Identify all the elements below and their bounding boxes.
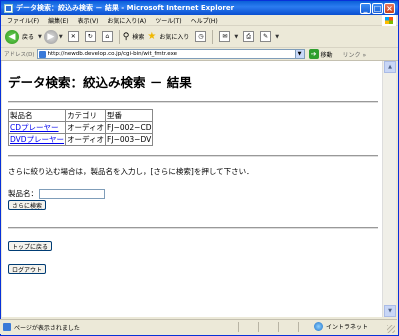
minimize-button[interactable]: _ — [360, 2, 371, 14]
scroll-up-icon[interactable]: ▲ — [384, 61, 396, 73]
ie-window-icon — [4, 3, 13, 13]
mail-dropdown-icon[interactable]: ▼ — [234, 34, 238, 40]
refresh-icon[interactable]: ↻ — [84, 31, 96, 42]
mail-icon[interactable]: ✉ — [219, 31, 231, 42]
table-row: DVDプレーヤー オーディオ FJ−003−DV — [7, 133, 154, 146]
address-bar: アドレス(D) http://newdb.develop.co.jp/cgi-b… — [1, 48, 398, 61]
back-label[interactable]: 戻る — [22, 32, 34, 41]
table-row: CDプレーヤー オーディオ FJ−002−CD — [7, 121, 154, 134]
address-dropdown-icon[interactable]: ▼ — [294, 50, 304, 58]
print-icon[interactable]: ⎙ — [243, 31, 255, 42]
search-icon[interactable]: ⚲ — [123, 32, 130, 42]
header-product-name: 製品名 — [7, 109, 67, 122]
intranet-globe-icon — [314, 322, 323, 331]
back-to-top-button[interactable]: トップに戻る — [8, 241, 53, 251]
status-bar: ページが表示されました イントラネット — [0, 319, 397, 334]
menu-edit[interactable]: 編集(E) — [48, 16, 68, 25]
model-cell: FJ−003−DV — [105, 133, 154, 146]
logout-button[interactable]: ログアウト — [8, 264, 47, 274]
security-zone: イントラネット — [314, 322, 368, 331]
menu-file[interactable]: ファイル(F) — [7, 16, 39, 25]
address-label: アドレス(D) — [4, 52, 35, 58]
refine-instruction: さらに絞り込む場合は，製品名を入力し，[さらに検索]を押して下さい． — [8, 167, 254, 176]
title-bar[interactable]: データ検索：絞込み検索 － 結果 - Microsoft Internet Ex… — [1, 1, 398, 15]
zone-label: イントラネット — [326, 324, 369, 331]
results-table: 製品名 カテゴリ 型番 CDプレーヤー オーディオ FJ−002−CD DVDプ… — [7, 109, 154, 146]
favorites-label[interactable]: お気に入り — [159, 32, 189, 41]
status-divider — [278, 322, 279, 332]
page-done-icon — [3, 323, 11, 331]
forward-arrow-icon[interactable]: ▶ — [43, 29, 58, 44]
maximize-button[interactable]: □ — [372, 2, 383, 14]
menu-tools[interactable]: ツール(T) — [155, 16, 181, 25]
menu-bar: ファイル(F) 編集(E) 表示(V) お気に入り(A) ツール(T) ヘルプ(… — [1, 15, 398, 26]
search-label[interactable]: 検索 — [132, 32, 144, 41]
divider — [8, 155, 378, 157]
vertical-scrollbar[interactable]: ▲ ▼ — [382, 61, 396, 317]
address-url[interactable]: http://newdb.develop.co.jp/cgi-bin/wit_f… — [48, 51, 178, 57]
stop-icon[interactable]: ✕ — [67, 31, 79, 42]
status-divider — [238, 322, 239, 332]
product-link[interactable]: DVDプレーヤー — [10, 135, 64, 144]
resize-grip[interactable] — [387, 325, 395, 333]
window-title: データ検索：絞込み検索 － 結果 - Microsoft Internet Ex… — [16, 4, 235, 12]
close-button[interactable]: × — [384, 2, 395, 14]
refine-search-button[interactable]: さらに検索 — [8, 200, 47, 210]
status-text: ページが表示されました — [14, 324, 80, 332]
divider — [8, 227, 378, 229]
windows-logo-icon — [382, 15, 396, 26]
page-title: データ検索：絞込み検索 － 結果 — [8, 75, 192, 90]
go-arrow-icon[interactable]: ➔ — [308, 49, 319, 59]
back-arrow-icon[interactable]: ◀ — [5, 29, 19, 44]
divider — [8, 101, 378, 103]
address-input[interactable]: http://newdb.develop.co.jp/cgi-bin/wit_f… — [36, 49, 305, 59]
table-header-row: 製品名 カテゴリ 型番 — [7, 109, 154, 122]
edit-icon[interactable]: ✎ — [260, 31, 272, 42]
scroll-down-icon[interactable]: ▼ — [384, 305, 396, 317]
category-cell: オーディオ — [65, 133, 107, 146]
product-link[interactable]: CDプレーヤー — [10, 123, 59, 132]
edit-dropdown-icon[interactable]: ▼ — [275, 34, 279, 40]
page-icon — [38, 50, 46, 58]
status-divider — [298, 322, 299, 332]
menu-favorites[interactable]: お気に入り(A) — [107, 16, 146, 25]
history-icon[interactable]: ◷ — [195, 31, 207, 42]
links-button[interactable]: リンク » — [343, 50, 367, 59]
menu-help[interactable]: ヘルプ(H) — [191, 16, 218, 25]
header-category: カテゴリ — [65, 109, 107, 122]
product-name-label: 製品名： — [8, 189, 38, 198]
toolbar-separator — [212, 29, 214, 44]
product-name-input[interactable] — [39, 188, 105, 199]
header-model-number: 型番 — [105, 109, 154, 122]
product-cell: CDプレーヤー — [7, 121, 67, 134]
product-name-row: 製品名： — [8, 188, 105, 199]
go-button[interactable]: 移動 — [321, 50, 333, 59]
category-cell: オーディオ — [65, 121, 107, 134]
status-divider — [258, 322, 259, 332]
forward-dropdown-icon[interactable]: ▼ — [59, 34, 63, 40]
product-cell: DVDプレーヤー — [7, 133, 67, 146]
back-dropdown-icon[interactable]: ▼ — [38, 34, 42, 40]
favorites-star-icon[interactable]: ★ — [147, 31, 156, 42]
home-icon[interactable]: ⌂ — [101, 31, 113, 42]
toolbar: ◀ 戻る ▼ ▶ ▼ ✕ ↻ ⌂ ⚲ 検索 ★ お気に入り ◷ ✉ ▼ ⎙ ✎ … — [1, 26, 398, 48]
toolbar-separator — [118, 29, 120, 44]
model-cell: FJ−002−CD — [105, 121, 154, 134]
menu-view[interactable]: 表示(V) — [78, 16, 99, 25]
